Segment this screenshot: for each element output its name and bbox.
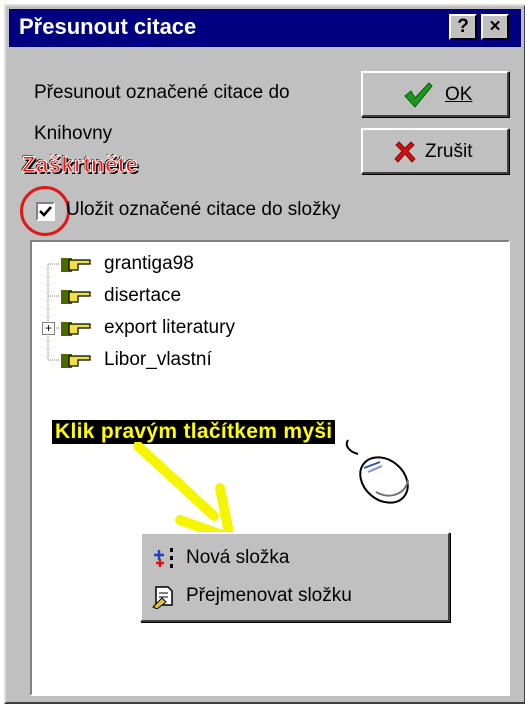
cancel-button[interactable]: Zrušit [361,128,509,174]
context-menu: Nová složka Přejmenovat složku [140,532,450,622]
ok-button-label: OK [445,84,473,105]
title-bar[interactable]: Přesunout citace ? × [9,9,521,47]
pointing-hand-icon [61,354,91,368]
check-hint-annotation: Zaškrtněte [21,152,139,178]
help-button[interactable]: ? [449,14,477,40]
check-glyph-icon [39,206,52,217]
context-menu-item-new-folder[interactable]: Nová složka [146,540,442,576]
close-button[interactable]: × [481,14,509,40]
tree-item-label: export literatury [104,317,235,338]
folder-tree[interactable]: grantiga98 disertace + export literatury… [30,240,510,696]
context-menu-item-rename-folder[interactable]: Přejmenovat složku [146,578,442,614]
pointing-hand-icon [61,322,91,336]
window-title: Přesunout citace [19,14,197,39]
right-click-hint-annotation: Klik pravým tlačítkem myši [52,420,336,444]
move-citations-dialog: Přesunout citace ? × Přesunout označené … [4,4,525,704]
pointing-hand-icon [61,258,91,272]
tree-item-label: disertace [104,285,182,306]
tree-item-label: Libor_vlastní [104,349,212,370]
expand-toggle[interactable]: + [42,322,55,335]
x-mark-icon [394,141,416,163]
message-line-1: Přesunout označené citace do [34,82,290,103]
rename-folder-icon [152,586,173,609]
mouse-icon [345,439,409,504]
save-to-folder-checkbox[interactable] [36,202,55,221]
context-menu-item-label: Nová složka [186,547,290,568]
save-to-folder-label[interactable]: Uložit označené citace do složky [66,199,341,221]
arrow-icon [134,442,235,542]
message-line-2: Knihovny [34,123,113,144]
tree-item-label: grantiga98 [104,253,194,274]
new-folder-icon [154,548,173,568]
context-menu-item-label: Přejmenovat složku [186,585,352,606]
cancel-button-label: Zrušit [425,141,473,162]
ok-button[interactable]: OK [361,71,509,117]
pointing-hand-icon [61,290,91,304]
checkmark-icon [404,82,433,108]
